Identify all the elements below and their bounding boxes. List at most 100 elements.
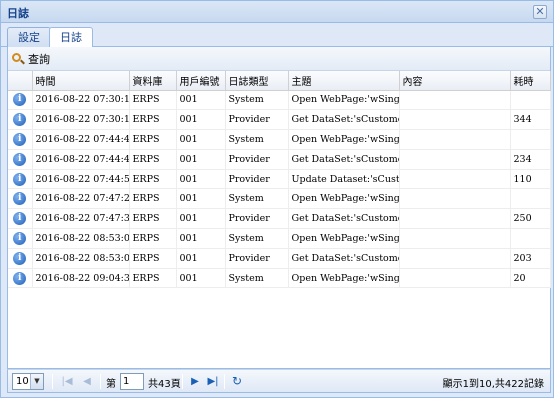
cell-user-id: 001 — [176, 169, 226, 190]
table-row[interactable]: i 2016-08-22 07:47:30.000 ERPS 001 Provi… — [8, 208, 551, 230]
cell-log-type: Provider — [225, 169, 289, 190]
page-size-value: 10 — [16, 376, 29, 387]
cell-log-type: System — [225, 90, 289, 111]
search-icon — [12, 52, 25, 66]
table-row[interactable]: i 2016-08-22 07:30:15.000 ERPS 001 Provi… — [8, 109, 551, 131]
column-header-subject[interactable]: 主題 — [288, 71, 400, 91]
cell-user-id: 001 — [176, 228, 226, 249]
info-icon: i — [13, 132, 27, 146]
log-window: 日誌 ✕ 設定 日誌 查詢 時間 資料庫 用戶編號 日誌類型 主題 內容 耗時 … — [0, 0, 554, 398]
cell-content — [399, 228, 511, 249]
chevron-down-icon[interactable]: ▼ — [30, 374, 43, 389]
info-icon: i — [13, 93, 27, 107]
toolbar-separator — [100, 374, 101, 389]
query-button[interactable]: 查詢 — [12, 51, 50, 67]
total-pages-label: 共43頁 — [148, 379, 181, 390]
table-row[interactable]: i 2016-08-22 07:44:46.000 ERPS 001 Syste… — [8, 129, 551, 150]
cell-time: 2016-08-22 09:04:37.000 — [32, 268, 130, 289]
cell-elapsed: 344 — [510, 109, 551, 131]
toolbar-separator — [52, 374, 53, 389]
cell-content — [399, 129, 511, 150]
cell-content — [399, 149, 511, 170]
first-page-icon[interactable]: |◀ — [60, 374, 74, 389]
cell-elapsed: 234 — [510, 149, 551, 170]
toolbar: 查詢 — [8, 47, 550, 71]
current-page-input[interactable]: 1 — [120, 373, 144, 390]
query-label: 查詢 — [28, 53, 50, 66]
table-row[interactable]: i 2016-08-22 07:47:28.000 ERPS 001 Syste… — [8, 188, 551, 210]
cell-log-type: System — [225, 228, 289, 249]
cell-subject: Open WebPage:'wSingle1' — [288, 90, 400, 111]
next-page-icon[interactable]: ▶ — [188, 374, 202, 389]
cell-log-type: Provider — [225, 248, 289, 269]
cell-content — [399, 169, 511, 190]
cell-database: ERPS — [129, 228, 177, 249]
cell-log-type: System — [225, 268, 289, 289]
cell-time: 2016-08-22 08:53:02.000 — [32, 228, 130, 249]
toolbar-separator — [224, 374, 225, 389]
table-row[interactable]: i 2016-08-22 07:44:47.000 ERPS 001 Provi… — [8, 149, 551, 170]
page-size-select[interactable]: 10 ▼ — [12, 373, 44, 390]
table-row[interactable]: i 2016-08-22 07:30:14.000 ERPS 001 Syste… — [8, 90, 551, 111]
cell-time: 2016-08-22 07:30:14.000 — [32, 90, 130, 111]
refresh-icon[interactable]: ↻ — [230, 374, 244, 388]
last-page-icon[interactable]: ▶| — [206, 374, 220, 389]
cell-content — [399, 109, 511, 131]
cell-log-type: Provider — [225, 208, 289, 230]
cell-content — [399, 268, 511, 289]
info-icon: i — [13, 212, 27, 226]
cell-database: ERPS — [129, 109, 177, 131]
tab-settings[interactable]: 設定 — [7, 27, 51, 48]
cell-elapsed: 20 — [510, 268, 551, 289]
log-panel: 查詢 時間 資料庫 用戶編號 日誌類型 主題 內容 耗時 i 2016-08-2… — [7, 47, 551, 369]
cell-elapsed — [510, 90, 551, 111]
cell-user-id: 001 — [176, 109, 226, 131]
cell-database: ERPS — [129, 129, 177, 150]
cell-user-id: 001 — [176, 208, 226, 230]
cell-subject: Open WebPage:'wSingle1' — [288, 129, 400, 150]
tab-log[interactable]: 日誌 — [49, 27, 93, 49]
record-status: 顯示1到10,共422記錄 — [442, 379, 544, 390]
cell-user-id: 001 — [176, 268, 226, 289]
cell-time: 2016-08-22 07:47:30.000 — [32, 208, 130, 230]
cell-content — [399, 248, 511, 269]
column-header-elapsed[interactable]: 耗時 — [510, 71, 551, 91]
cell-time: 2016-08-22 07:47:28.000 — [32, 188, 130, 210]
column-header-user-id[interactable]: 用戶編號 — [176, 71, 226, 91]
table-row[interactable]: i 2016-08-22 08:53:03.000 ERPS 001 Provi… — [8, 248, 551, 269]
column-header-time[interactable]: 時間 — [32, 71, 130, 91]
column-header-icon — [8, 71, 33, 91]
window-title: 日誌 — [7, 7, 29, 20]
cell-user-id: 001 — [176, 188, 226, 210]
cell-user-id: 001 — [176, 129, 226, 150]
table-row[interactable]: i 2016-08-22 09:04:37.000 ERPS 001 Syste… — [8, 268, 551, 289]
cell-subject: Open WebPage:'wSingle1' — [288, 188, 400, 210]
cell-elapsed — [510, 129, 551, 150]
cell-database: ERPS — [129, 268, 177, 289]
column-header-log-type[interactable]: 日誌類型 — [225, 71, 289, 91]
column-header-database[interactable]: 資料庫 — [129, 71, 177, 91]
table-row[interactable]: i 2016-08-22 08:53:02.000 ERPS 001 Syste… — [8, 228, 551, 249]
cell-time: 2016-08-22 07:44:54.000 — [32, 169, 130, 190]
cell-user-id: 001 — [176, 248, 226, 269]
cell-time: 2016-08-22 07:30:15.000 — [32, 109, 130, 131]
cell-log-type: System — [225, 129, 289, 150]
cell-time: 2016-08-22 07:44:47.000 — [32, 149, 130, 170]
cell-subject: Get DataSet:'sCustomers.Cu — [288, 149, 400, 170]
info-icon: i — [13, 271, 27, 285]
cell-subject: Get DataSet:'sCustomers.Cu — [288, 208, 400, 230]
column-header-content[interactable]: 內容 — [399, 71, 511, 91]
cell-subject: Open WebPage:'wSingle1' — [288, 268, 400, 289]
prev-page-icon[interactable]: ◀ — [80, 374, 94, 389]
cell-content — [399, 208, 511, 230]
pagination-bar: 10 ▼ |◀ ◀ 第 1 共43頁 ▶ ▶| ↻ 顯示1到10,共422記錄 — [7, 369, 551, 393]
cell-user-id: 001 — [176, 90, 226, 111]
close-icon[interactable]: ✕ — [533, 5, 547, 19]
cell-subject: Open WebPage:'wSingle1' — [288, 228, 400, 249]
tab-strip: 設定 日誌 — [1, 23, 553, 49]
info-icon: i — [13, 113, 27, 127]
cell-database: ERPS — [129, 188, 177, 210]
table-row[interactable]: i 2016-08-22 07:44:54.000 ERPS 001 Provi… — [8, 169, 551, 190]
cell-log-type: Provider — [225, 149, 289, 170]
cell-database: ERPS — [129, 169, 177, 190]
